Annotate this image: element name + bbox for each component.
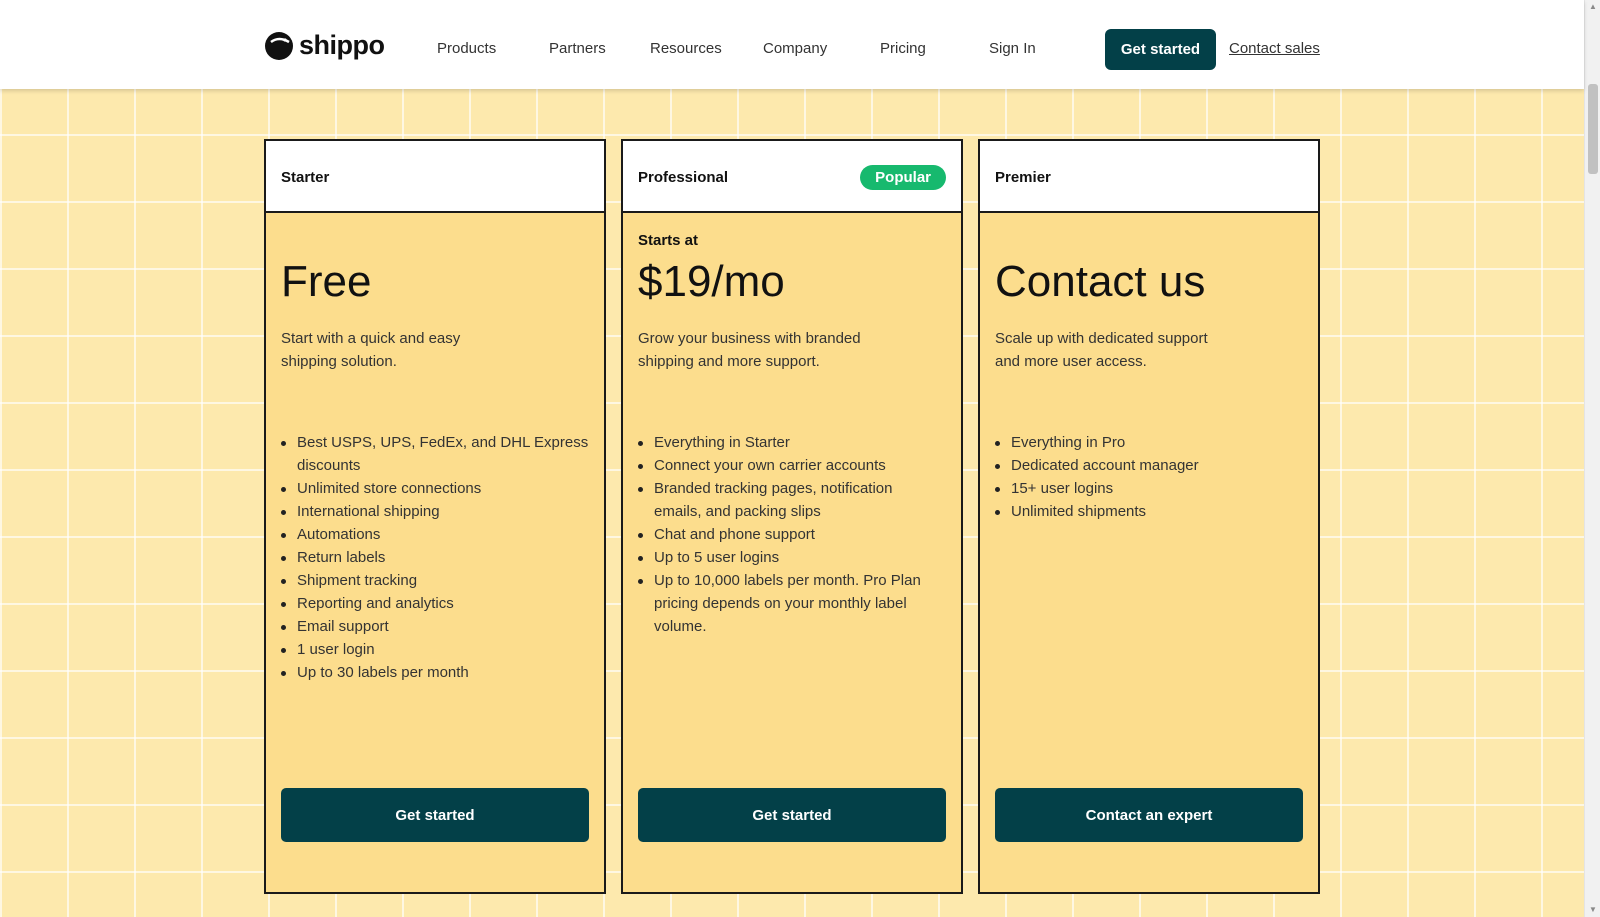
plan-card-header: Premier [980, 141, 1318, 213]
contact-sales-link[interactable]: Contact sales [1229, 40, 1320, 57]
shippo-logo[interactable]: shippo [263, 28, 385, 62]
feature-item: Return labels [281, 546, 591, 569]
plan-description: Start with a quick and easy shipping sol… [281, 330, 461, 370]
feature-item: Reporting and analytics [281, 592, 591, 615]
nav-partners[interactable]: Partners [549, 40, 606, 57]
professional-get-started-button[interactable]: Get started [638, 788, 946, 842]
plan-price: Contact us [995, 257, 1206, 306]
plan-card-header: Professional Popular [623, 141, 961, 213]
logo-text: shippo [299, 29, 385, 60]
plan-card-header: Starter [266, 141, 604, 213]
plan-card-professional: Professional Popular Starts at $19/mo Gr… [621, 139, 963, 894]
feature-item: 15+ user logins [995, 477, 1305, 500]
popular-badge: Popular [860, 165, 946, 190]
nav-company[interactable]: Company [763, 40, 827, 57]
feature-item: 1 user login [281, 638, 591, 661]
feature-item: Unlimited store connections [281, 477, 591, 500]
feature-item: Automations [281, 523, 591, 546]
plan-card-starter: Starter Free Start with a quick and easy… [264, 139, 606, 894]
feature-item: International shipping [281, 500, 591, 523]
plan-price: $19/mo [638, 257, 785, 306]
feature-item: Branded tracking pages, notification ema… [638, 477, 928, 523]
feature-item: Unlimited shipments [995, 500, 1305, 523]
plan-name: Professional [638, 169, 729, 186]
nav-pricing[interactable]: Pricing [880, 40, 926, 57]
plan-description: Scale up with dedicated support and more… [995, 330, 1208, 370]
plan-card-premier: Premier Contact us Scale up with dedicat… [978, 139, 1320, 894]
feature-item: Best USPS, UPS, FedEx, and DHL Express d… [281, 431, 591, 477]
shippo-logo-icon [265, 32, 293, 60]
feature-list: Everything in Starter Connect your own c… [638, 431, 928, 638]
feature-item: Connect your own carrier accounts [638, 454, 928, 477]
starter-get-started-button[interactable]: Get started [281, 788, 589, 842]
starts-at-label: Starts at [638, 232, 699, 249]
scroll-up-icon[interactable]: ▲ [1585, 0, 1600, 14]
nav-resources[interactable]: Resources [650, 40, 722, 57]
scroll-down-icon[interactable]: ▼ [1585, 903, 1600, 917]
plan-description: Grow your business with branded shipping… [638, 330, 861, 370]
feature-item: Dedicated account manager [995, 454, 1305, 477]
feature-item: Everything in Pro [995, 431, 1305, 454]
site-header: shippo Products Partners Resources Compa… [0, 0, 1584, 89]
contact-expert-button[interactable]: Contact an expert [995, 788, 1303, 842]
feature-item: Up to 5 user logins [638, 546, 928, 569]
vertical-scrollbar[interactable]: ▲ ▼ [1584, 0, 1600, 917]
feature-item: Everything in Starter [638, 431, 928, 454]
header-get-started-button[interactable]: Get started [1105, 29, 1216, 70]
nav-sign-in[interactable]: Sign In [989, 40, 1036, 57]
feature-item: Email support [281, 615, 591, 638]
feature-item: Up to 30 labels per month [281, 661, 591, 684]
plan-name: Premier [995, 169, 1051, 186]
scroll-thumb[interactable] [1588, 84, 1598, 174]
plan-price: Free [281, 257, 372, 306]
feature-list: Everything in Pro Dedicated account mana… [995, 431, 1305, 523]
feature-item: Up to 10,000 labels per month. Pro Plan … [638, 569, 928, 638]
plan-name: Starter [281, 169, 330, 186]
nav-products[interactable]: Products [437, 40, 496, 57]
feature-item: Chat and phone support [638, 523, 928, 546]
feature-item: Shipment tracking [281, 569, 591, 592]
feature-list: Best USPS, UPS, FedEx, and DHL Express d… [281, 431, 591, 684]
